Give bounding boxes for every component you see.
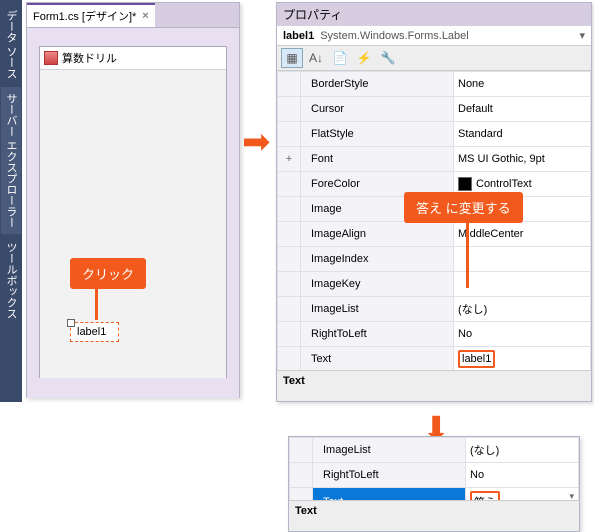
- property-name: RightToLeft: [301, 322, 454, 347]
- file-tab[interactable]: Form1.cs [デザイン]* ×: [27, 3, 155, 27]
- property-name: Text: [313, 488, 466, 501]
- events-icon[interactable]: ⚡: [353, 48, 375, 68]
- property-name: ImageList: [301, 297, 454, 322]
- callout-connector: [95, 284, 98, 320]
- property-name: ImageAlign: [301, 222, 454, 247]
- property-row[interactable]: CursorDefault: [278, 97, 591, 122]
- expand-icon: [290, 488, 313, 501]
- expand-icon: [290, 438, 313, 463]
- chevron-down-icon[interactable]: ▾: [579, 29, 585, 42]
- expand-icon: [278, 197, 301, 222]
- side-tab-data-source[interactable]: データ ソース: [1, 4, 21, 85]
- document-tabstrip: Form1.cs [デザイン]* ×: [27, 3, 239, 28]
- properties-panel-after: ImageList(なし)RightToLeftNoText答え ▾TextAl…: [288, 436, 580, 532]
- property-row[interactable]: Textlabel1: [278, 347, 591, 371]
- property-name: Font: [301, 147, 454, 172]
- property-value[interactable]: [454, 247, 591, 272]
- resize-handle-icon[interactable]: [67, 319, 75, 327]
- description-pane: Text: [277, 370, 591, 401]
- property-value[interactable]: (なし): [466, 438, 579, 463]
- property-value[interactable]: (なし): [454, 297, 591, 322]
- close-icon[interactable]: ×: [142, 10, 148, 22]
- color-swatch-icon: [458, 177, 472, 191]
- description-pane-2: Text: [289, 500, 579, 531]
- property-value[interactable]: MiddleCenter: [454, 222, 591, 247]
- property-row[interactable]: ImageList(なし): [290, 438, 579, 463]
- form-designer-panel: Form1.cs [デザイン]* × 算数ドリル label1: [26, 2, 240, 398]
- object-name: label1: [283, 30, 314, 42]
- highlighted-value: 答え: [470, 491, 500, 500]
- property-value[interactable]: 答え ▾: [466, 488, 579, 501]
- object-type: System.Windows.Forms.Label: [320, 30, 469, 42]
- property-name: Cursor: [301, 97, 454, 122]
- form-body[interactable]: label1: [40, 70, 226, 378]
- categorized-icon[interactable]: ▦: [281, 48, 303, 68]
- form-titlebar: 算数ドリル: [40, 47, 226, 70]
- property-name: Text: [301, 347, 454, 371]
- design-canvas[interactable]: 算数ドリル label1: [27, 28, 239, 398]
- properties-toolbar: ▦ A↓ 📄 ⚡ 🔧: [277, 46, 591, 71]
- expand-icon: [278, 222, 301, 247]
- side-tab-toolbox[interactable]: ツールボックス: [1, 236, 21, 325]
- property-row[interactable]: ImageKey: [278, 272, 591, 297]
- expand-icon[interactable]: +: [278, 147, 301, 172]
- alphabetical-icon[interactable]: A↓: [305, 48, 327, 68]
- property-name: RightToLeft: [313, 463, 466, 488]
- highlighted-value: label1: [458, 350, 495, 368]
- expand-icon: [278, 272, 301, 297]
- chevron-down-icon[interactable]: ▾: [569, 491, 574, 500]
- expand-icon: [278, 172, 301, 197]
- vs-side-tabs: データ ソース サーバー エクスプローラー ツールボックス: [0, 0, 22, 402]
- expand-icon: [290, 463, 313, 488]
- property-name: BorderStyle: [301, 72, 454, 97]
- side-tab-server-explorer[interactable]: サーバー エクスプローラー: [1, 87, 21, 234]
- property-row[interactable]: BorderStyleNone: [278, 72, 591, 97]
- property-value[interactable]: Standard: [454, 122, 591, 147]
- property-row[interactable]: ImageIndex: [278, 247, 591, 272]
- expand-icon: [278, 322, 301, 347]
- properties-page-icon[interactable]: 📄: [329, 48, 351, 68]
- expand-icon: [278, 347, 301, 371]
- object-selector[interactable]: label1 System.Windows.Forms.Label ▾: [277, 26, 591, 46]
- label-control-text: label1: [77, 326, 106, 338]
- property-value[interactable]: [454, 272, 591, 297]
- property-value[interactable]: No: [466, 463, 579, 488]
- callout-change: 答え に変更する: [404, 192, 523, 223]
- property-row[interactable]: +FontMS UI Gothic, 9pt: [278, 147, 591, 172]
- wrench-icon[interactable]: 🔧: [377, 48, 399, 68]
- property-value[interactable]: label1: [454, 347, 591, 371]
- property-value[interactable]: Default: [454, 97, 591, 122]
- properties-title: プロパティ: [277, 3, 591, 26]
- form-title-text: 算数ドリル: [62, 50, 117, 66]
- expand-icon: [278, 72, 301, 97]
- property-name: ImageList: [313, 438, 466, 463]
- property-value[interactable]: MS UI Gothic, 9pt: [454, 147, 591, 172]
- property-row[interactable]: FlatStyleStandard: [278, 122, 591, 147]
- property-name: FlatStyle: [301, 122, 454, 147]
- expand-icon: [278, 297, 301, 322]
- form-icon: [44, 51, 58, 65]
- arrow-right-icon: ➡: [242, 122, 271, 162]
- property-name: ImageKey: [301, 272, 454, 297]
- property-name: ImageIndex: [301, 247, 454, 272]
- expand-icon: [278, 97, 301, 122]
- form-window[interactable]: 算数ドリル label1: [39, 46, 227, 378]
- property-value[interactable]: None: [454, 72, 591, 97]
- property-row[interactable]: RightToLeftNo: [278, 322, 591, 347]
- label-control[interactable]: label1: [70, 322, 119, 342]
- property-grid-after[interactable]: ImageList(なし)RightToLeftNoText答え ▾TextAl…: [289, 437, 579, 500]
- property-row[interactable]: RightToLeftNo: [290, 463, 579, 488]
- file-tab-label: Form1.cs [デザイン]*: [33, 8, 136, 24]
- property-row[interactable]: ImageAlignMiddleCenter: [278, 222, 591, 247]
- property-row[interactable]: ImageList(なし): [278, 297, 591, 322]
- property-row[interactable]: Text答え ▾: [290, 488, 579, 501]
- callout-connector-2: [466, 218, 469, 288]
- property-value[interactable]: No: [454, 322, 591, 347]
- expand-icon: [278, 247, 301, 272]
- callout-click: クリック: [70, 258, 146, 289]
- expand-icon: [278, 122, 301, 147]
